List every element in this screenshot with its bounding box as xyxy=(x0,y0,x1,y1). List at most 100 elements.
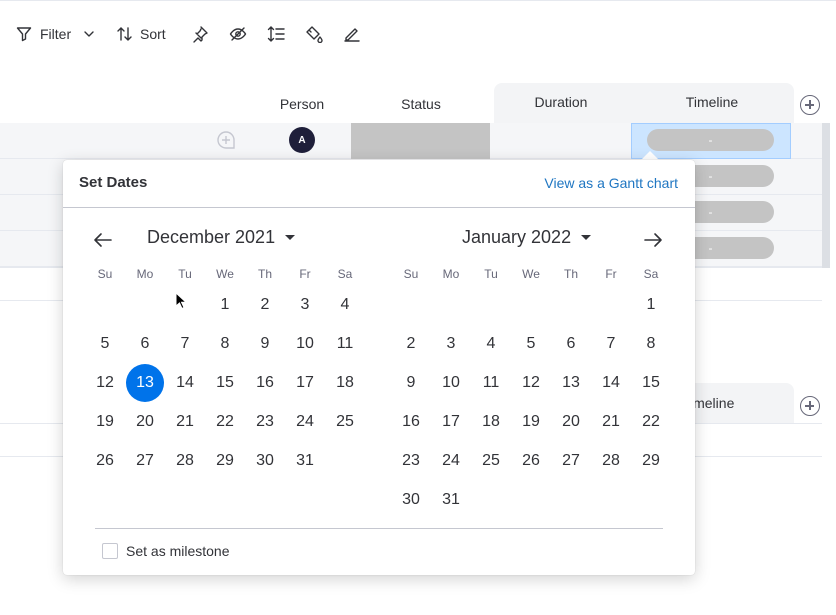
calendar-day[interactable]: 29 xyxy=(205,441,245,480)
add-column-button[interactable] xyxy=(800,95,820,115)
checkbox-box[interactable] xyxy=(102,543,118,559)
calendar-day[interactable]: 22 xyxy=(631,402,671,441)
next-month-button[interactable] xyxy=(641,228,665,252)
column-header-timeline[interactable]: Timeline xyxy=(632,90,792,114)
color-button[interactable] xyxy=(304,22,324,46)
add-update-icon[interactable] xyxy=(216,130,236,150)
calendar-day-selected[interactable]: 13 xyxy=(125,363,165,402)
calendar-day[interactable]: 30 xyxy=(391,480,431,519)
calendar-day[interactable]: 7 xyxy=(165,324,205,363)
paint-bucket-icon xyxy=(306,26,323,43)
calendar-day[interactable]: 15 xyxy=(631,363,671,402)
calendar-day[interactable]: 19 xyxy=(511,402,551,441)
calendar-day[interactable]: 6 xyxy=(551,324,591,363)
calendar-day[interactable]: 9 xyxy=(245,324,285,363)
calendar-day[interactable]: 22 xyxy=(205,402,245,441)
calendar-day[interactable]: 10 xyxy=(285,324,325,363)
prev-month-button[interactable] xyxy=(91,228,115,252)
calendar-day[interactable]: 17 xyxy=(431,402,471,441)
calendar-day[interactable]: 27 xyxy=(551,441,591,480)
calendar-day-label: 19 xyxy=(96,412,114,430)
calendar-day[interactable]: 21 xyxy=(591,402,631,441)
calendar-day[interactable]: 3 xyxy=(285,285,325,324)
calendar-day[interactable]: 18 xyxy=(471,402,511,441)
calendar-day[interactable]: 2 xyxy=(391,324,431,363)
calendar-day-label: 28 xyxy=(176,451,194,469)
eye-off-icon xyxy=(229,27,247,41)
calendar-day[interactable]: 5 xyxy=(511,324,551,363)
calendar-day[interactable]: 5 xyxy=(85,324,125,363)
weekday-label: Sa xyxy=(337,267,353,281)
calendar-day[interactable]: 24 xyxy=(431,441,471,480)
calendar-day[interactable]: 3 xyxy=(431,324,471,363)
calendar-day[interactable]: 28 xyxy=(165,441,205,480)
calendar-day[interactable]: 14 xyxy=(165,363,205,402)
scrollbar[interactable] xyxy=(822,123,830,268)
calendar-day[interactable]: 9 xyxy=(391,363,431,402)
calendar-day[interactable]: 7 xyxy=(591,324,631,363)
calendar-day[interactable]: 24 xyxy=(285,402,325,441)
calendar-day[interactable]: 21 xyxy=(165,402,205,441)
calendar-day[interactable]: 8 xyxy=(205,324,245,363)
add-column-button[interactable] xyxy=(800,396,820,416)
column-header-status[interactable]: Status xyxy=(352,92,490,116)
calendar-day-label: 15 xyxy=(642,373,660,391)
calendar-day[interactable]: 4 xyxy=(471,324,511,363)
calendar-day[interactable]: 20 xyxy=(125,402,165,441)
calendar-day[interactable]: 30 xyxy=(245,441,285,480)
calendar-day[interactable]: 2 xyxy=(245,285,285,324)
milestone-checkbox[interactable]: Set as milestone xyxy=(102,543,230,559)
calendar-day[interactable]: 1 xyxy=(631,285,671,324)
calendar-day[interactable]: 31 xyxy=(285,441,325,480)
calendar-day[interactable]: 27 xyxy=(125,441,165,480)
calendar-day[interactable]: 11 xyxy=(325,324,365,363)
calendar-day[interactable]: 12 xyxy=(85,363,125,402)
calendar-day[interactable]: 17 xyxy=(285,363,325,402)
calendar-day[interactable]: 19 xyxy=(85,402,125,441)
toolbar: Filter Sort xyxy=(0,0,836,66)
calendar-day-label: 27 xyxy=(562,451,580,469)
calendar-day[interactable]: 1 xyxy=(205,285,245,324)
calendar-day[interactable]: 10 xyxy=(431,363,471,402)
status-cell[interactable] xyxy=(351,123,490,159)
calendar-day[interactable]: 12 xyxy=(511,363,551,402)
calendar-day[interactable]: 16 xyxy=(391,402,431,441)
calendar-day[interactable]: 20 xyxy=(551,402,591,441)
column-header-duration[interactable]: Duration xyxy=(494,90,628,114)
calendar-day[interactable]: 23 xyxy=(245,402,285,441)
chevron-down-icon[interactable] xyxy=(83,28,95,40)
calendar-day[interactable]: 13 xyxy=(551,363,591,402)
calendar-day[interactable]: 31 xyxy=(431,480,471,519)
edit-button[interactable] xyxy=(342,22,362,46)
calendar-day-label: 21 xyxy=(602,412,620,430)
calendar-day[interactable]: 25 xyxy=(325,402,365,441)
row-height-button[interactable] xyxy=(266,22,286,46)
timeline-pill[interactable]: - xyxy=(647,129,774,151)
avatar[interactable]: A xyxy=(289,127,315,153)
calendar-day[interactable]: 26 xyxy=(85,441,125,480)
pin-button[interactable] xyxy=(190,22,210,46)
calendar-day[interactable]: 6 xyxy=(125,324,165,363)
calendar-day[interactable]: 15 xyxy=(205,363,245,402)
calendar-day[interactable]: 8 xyxy=(631,324,671,363)
calendar-day[interactable]: 4 xyxy=(325,285,365,324)
hide-button[interactable] xyxy=(228,22,248,46)
calendar-day[interactable]: 29 xyxy=(631,441,671,480)
sort-button[interactable]: Sort xyxy=(116,22,166,46)
calendar-day[interactable]: 16 xyxy=(245,363,285,402)
group2-timeline-header[interactable]: imeline xyxy=(690,392,734,414)
calendar-day[interactable]: 18 xyxy=(325,363,365,402)
calendar-day[interactable]: 11 xyxy=(471,363,511,402)
calendar-day[interactable]: 23 xyxy=(391,441,431,480)
calendar-day[interactable]: 14 xyxy=(591,363,631,402)
calendar-day[interactable]: 28 xyxy=(591,441,631,480)
filter-button[interactable]: Filter xyxy=(16,22,95,46)
month-select-left[interactable]: December 2021 xyxy=(147,225,296,249)
calendar-day-label: 25 xyxy=(336,412,354,430)
column-header-person[interactable]: Person xyxy=(262,92,342,116)
calendar-day-label: 29 xyxy=(216,451,234,469)
calendar-day[interactable]: 26 xyxy=(511,441,551,480)
calendar-day[interactable]: 25 xyxy=(471,441,511,480)
gantt-chart-link[interactable]: View as a Gantt chart xyxy=(544,175,678,191)
month-select-right[interactable]: January 2022 xyxy=(462,225,592,249)
